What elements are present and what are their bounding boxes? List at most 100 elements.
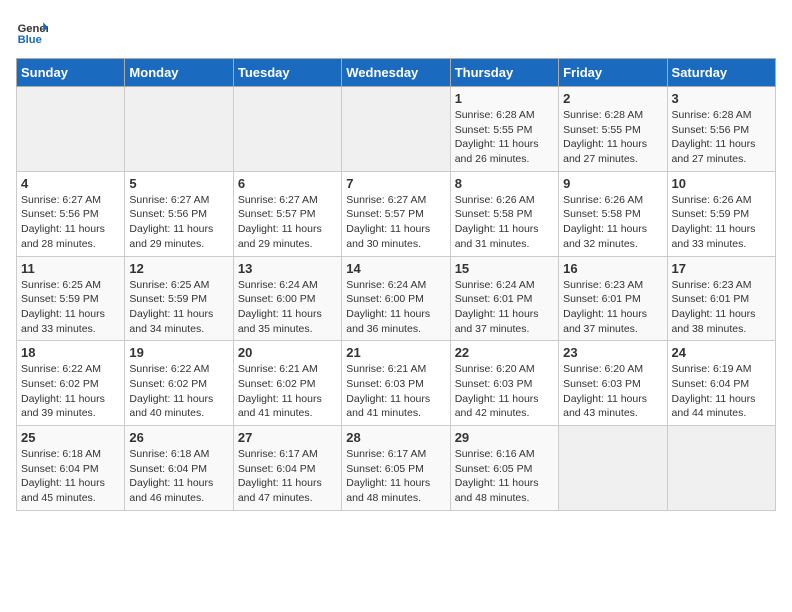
day-number: 16 — [563, 261, 662, 276]
calendar-cell: 1 Sunrise: 6:28 AM Sunset: 5:55 PM Daylig… — [450, 87, 558, 172]
day-number: 2 — [563, 91, 662, 106]
day-number: 24 — [672, 345, 771, 360]
day-number: 28 — [346, 430, 445, 445]
day-header-monday: Monday — [125, 59, 233, 87]
day-info: Sunrise: 6:21 AM Sunset: 6:02 PM Dayligh… — [238, 362, 337, 421]
day-info: Sunrise: 6:22 AM Sunset: 6:02 PM Dayligh… — [129, 362, 228, 421]
day-info: Sunrise: 6:18 AM Sunset: 6:04 PM Dayligh… — [129, 447, 228, 506]
day-info: Sunrise: 6:17 AM Sunset: 6:05 PM Dayligh… — [346, 447, 445, 506]
day-number: 27 — [238, 430, 337, 445]
calendar-cell: 5 Sunrise: 6:27 AM Sunset: 5:56 PM Daylig… — [125, 171, 233, 256]
calendar-cell: 10 Sunrise: 6:26 AM Sunset: 5:59 PM Dayli… — [667, 171, 775, 256]
calendar-cell — [342, 87, 450, 172]
day-info: Sunrise: 6:25 AM Sunset: 5:59 PM Dayligh… — [129, 278, 228, 337]
svg-text:Blue: Blue — [18, 34, 42, 46]
calendar-cell: 16 Sunrise: 6:23 AM Sunset: 6:01 PM Dayli… — [559, 256, 667, 341]
calendar-cell: 18Sunrise: 6:22 AM Sunset: 6:02 PM Dayli… — [17, 341, 125, 426]
day-info: Sunrise: 6:23 AM Sunset: 6:01 PM Dayligh… — [672, 278, 771, 337]
calendar-cell: 7Sunrise: 6:27 AM Sunset: 5:57 PM Daylig… — [342, 171, 450, 256]
day-header-saturday: Saturday — [667, 59, 775, 87]
calendar-week-row: 11 Sunrise: 6:25 AM Sunset: 5:59 PM Dayli… — [17, 256, 776, 341]
day-number: 6 — [238, 176, 337, 191]
calendar-week-row: 4 Sunrise: 6:27 AM Sunset: 5:56 PM Daylig… — [17, 171, 776, 256]
day-number: 10 — [672, 176, 771, 191]
calendar-cell: 28 Sunrise: 6:17 AM Sunset: 6:05 PM Dayli… — [342, 426, 450, 511]
calendar-cell: 13 Sunrise: 6:24 AM Sunset: 6:00 PM Dayli… — [233, 256, 341, 341]
day-number: 8 — [455, 176, 554, 191]
day-info: Sunrise: 6:28 AM Sunset: 5:55 PM Dayligh… — [563, 108, 662, 167]
calendar-cell — [233, 87, 341, 172]
calendar-cell: 14 Sunrise: 6:24 AM Sunset: 6:00 PM Dayli… — [342, 256, 450, 341]
day-number: 21 — [346, 345, 445, 360]
day-number: 4 — [21, 176, 120, 191]
calendar-cell: 29 Sunrise: 6:16 AM Sunset: 6:05 PM Dayli… — [450, 426, 558, 511]
day-info: Sunrise: 6:27 AM Sunset: 5:57 PM Dayligh… — [238, 193, 337, 252]
day-number: 22 — [455, 345, 554, 360]
day-header-wednesday: Wednesday — [342, 59, 450, 87]
calendar-cell: 6 Sunrise: 6:27 AM Sunset: 5:57 PM Daylig… — [233, 171, 341, 256]
day-number: 20 — [238, 345, 337, 360]
day-info: Sunrise: 6:25 AM Sunset: 5:59 PM Dayligh… — [21, 278, 120, 337]
day-info: Sunrise: 6:19 AM Sunset: 6:04 PM Dayligh… — [672, 362, 771, 421]
day-info: Sunrise: 6:21 AM Sunset: 6:03 PM Dayligh… — [346, 362, 445, 421]
calendar-cell: 25Sunrise: 6:18 AM Sunset: 6:04 PM Dayli… — [17, 426, 125, 511]
day-info: Sunrise: 6:16 AM Sunset: 6:05 PM Dayligh… — [455, 447, 554, 506]
calendar-cell: 15Sunrise: 6:24 AM Sunset: 6:01 PM Dayli… — [450, 256, 558, 341]
day-info: Sunrise: 6:26 AM Sunset: 5:58 PM Dayligh… — [455, 193, 554, 252]
day-number: 5 — [129, 176, 228, 191]
day-number: 3 — [672, 91, 771, 106]
day-number: 13 — [238, 261, 337, 276]
day-number: 29 — [455, 430, 554, 445]
day-header-tuesday: Tuesday — [233, 59, 341, 87]
calendar-cell: 11 Sunrise: 6:25 AM Sunset: 5:59 PM Dayli… — [17, 256, 125, 341]
calendar-cell — [17, 87, 125, 172]
calendar-cell: 4Sunrise: 6:27 AM Sunset: 5:56 PM Daylig… — [17, 171, 125, 256]
day-number: 11 — [21, 261, 120, 276]
day-info: Sunrise: 6:27 AM Sunset: 5:56 PM Dayligh… — [129, 193, 228, 252]
day-number: 12 — [129, 261, 228, 276]
day-info: Sunrise: 6:20 AM Sunset: 6:03 PM Dayligh… — [455, 362, 554, 421]
calendar-cell: 21 Sunrise: 6:21 AM Sunset: 6:03 PM Dayli… — [342, 341, 450, 426]
day-info: Sunrise: 6:24 AM Sunset: 6:00 PM Dayligh… — [346, 278, 445, 337]
day-header-friday: Friday — [559, 59, 667, 87]
calendar-cell: 19 Sunrise: 6:22 AM Sunset: 6:02 PM Dayli… — [125, 341, 233, 426]
day-number: 7 — [346, 176, 445, 191]
day-number: 26 — [129, 430, 228, 445]
page-header: General Blue — [16, 16, 776, 48]
logo: General Blue — [16, 16, 48, 48]
day-number: 17 — [672, 261, 771, 276]
calendar-header-row: SundayMondayTuesdayWednesdayThursdayFrid… — [17, 59, 776, 87]
calendar-week-row: 18 Sunrise: 6:22 AM Sunset: 6:02 PM Dayli… — [17, 341, 776, 426]
calendar-cell: 22 Sunrise: 6:20 AM Sunset: 6:03 PM Dayli… — [450, 341, 558, 426]
day-number: 14 — [346, 261, 445, 276]
day-info: Sunrise: 6:20 AM Sunset: 6:03 PM Dayligh… — [563, 362, 662, 421]
day-header-sunday: Sunday — [17, 59, 125, 87]
calendar-cell: 3 Sunrise: 6:28 AM Sunset: 5:56 PM Daylig… — [667, 87, 775, 172]
day-info: Sunrise: 6:28 AM Sunset: 5:55 PM Dayligh… — [455, 108, 554, 167]
calendar-cell: 20 Sunrise: 6:21 AM Sunset: 6:02 PM Dayli… — [233, 341, 341, 426]
day-number: 9 — [563, 176, 662, 191]
day-info: Sunrise: 6:26 AM Sunset: 5:59 PM Dayligh… — [672, 193, 771, 252]
calendar-cell: 2 Sunrise: 6:28 AM Sunset: 5:55 PM Daylig… — [559, 87, 667, 172]
calendar-table: SundayMondayTuesdayWednesdayThursdayFrid… — [16, 58, 776, 511]
day-number: 19 — [129, 345, 228, 360]
calendar-cell: 26 Sunrise: 6:18 AM Sunset: 6:04 PM Dayli… — [125, 426, 233, 511]
calendar-cell: 17 Sunrise: 6:23 AM Sunset: 6:01 PM Dayli… — [667, 256, 775, 341]
calendar-cell: 23 Sunrise: 6:20 AM Sunset: 6:03 PM Dayli… — [559, 341, 667, 426]
calendar-cell: 24 Sunrise: 6:19 AM Sunset: 6:04 PM Dayli… — [667, 341, 775, 426]
calendar-cell — [559, 426, 667, 511]
day-info: Sunrise: 6:23 AM Sunset: 6:01 PM Dayligh… — [563, 278, 662, 337]
day-info: Sunrise: 6:24 AM Sunset: 6:00 PM Dayligh… — [238, 278, 337, 337]
calendar-cell: 27Sunrise: 6:17 AM Sunset: 6:04 PM Dayli… — [233, 426, 341, 511]
day-info: Sunrise: 6:26 AM Sunset: 5:58 PM Dayligh… — [563, 193, 662, 252]
day-info: Sunrise: 6:24 AM Sunset: 6:01 PM Dayligh… — [455, 278, 554, 337]
day-header-thursday: Thursday — [450, 59, 558, 87]
day-info: Sunrise: 6:28 AM Sunset: 5:56 PM Dayligh… — [672, 108, 771, 167]
day-number: 1 — [455, 91, 554, 106]
calendar-cell — [667, 426, 775, 511]
day-number: 23 — [563, 345, 662, 360]
day-info: Sunrise: 6:18 AM Sunset: 6:04 PM Dayligh… — [21, 447, 120, 506]
day-number: 18 — [21, 345, 120, 360]
calendar-cell: 12 Sunrise: 6:25 AM Sunset: 5:59 PM Dayli… — [125, 256, 233, 341]
calendar-week-row: 25Sunrise: 6:18 AM Sunset: 6:04 PM Dayli… — [17, 426, 776, 511]
